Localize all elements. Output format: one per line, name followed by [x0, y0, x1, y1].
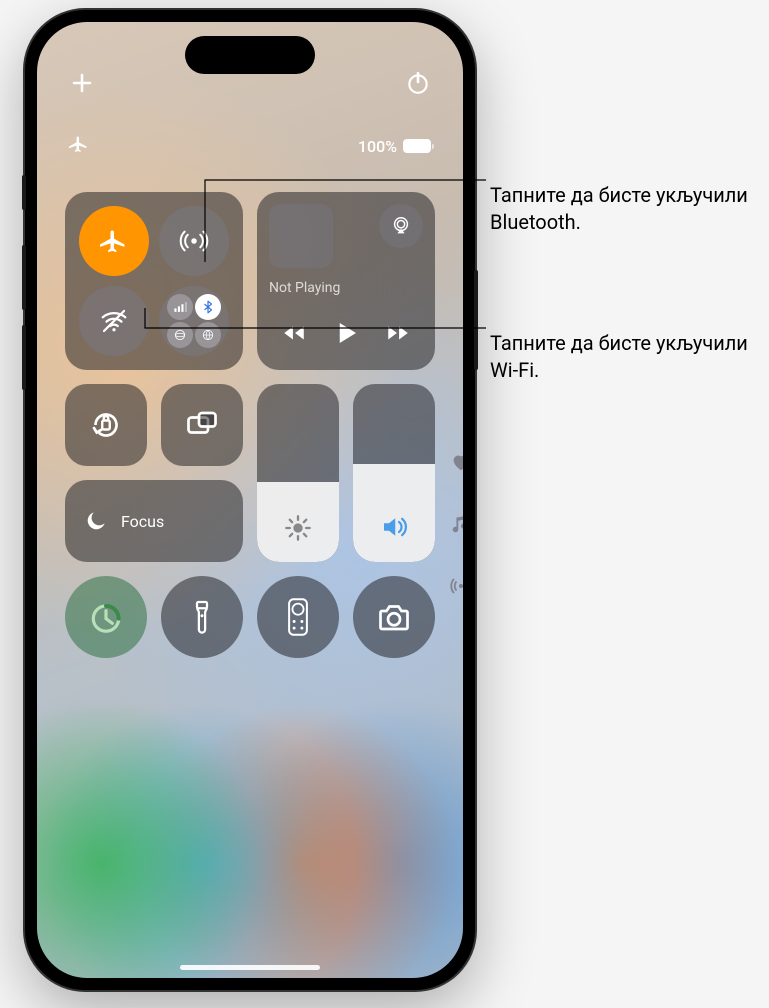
battery-icon	[403, 139, 431, 153]
orientation-lock-icon	[88, 407, 124, 443]
play-icon	[331, 318, 361, 348]
control-center-grid: Not Playing	[65, 192, 435, 908]
favorites-icon[interactable]	[447, 448, 463, 476]
flashlight-button[interactable]	[161, 576, 243, 658]
remote-icon	[286, 597, 310, 637]
apple-tv-remote-button[interactable]	[257, 576, 339, 658]
callout-wifi: Тапните да бисте укључили Wi-Fi.	[490, 330, 769, 384]
camera-button[interactable]	[353, 576, 435, 658]
volume-up-hw	[22, 245, 26, 310]
camera-icon	[376, 599, 412, 635]
iphone-frame: 100%	[25, 10, 475, 990]
media-title: Not Playing	[269, 280, 423, 296]
focus-button[interactable]: Focus	[65, 480, 243, 562]
speaker-icon	[379, 512, 409, 546]
connectivity-module[interactable]	[65, 192, 243, 370]
airplane-status-icon	[69, 134, 89, 158]
cellular-icon	[167, 294, 193, 320]
callout-bluetooth: Тапните да бисте укључили Bluetooth.	[490, 182, 769, 236]
screen: 100%	[37, 22, 463, 978]
battery-percentage: 100%	[358, 137, 397, 156]
home-indicator[interactable]	[180, 965, 320, 970]
volume-down-hw	[22, 325, 26, 390]
moon-icon	[83, 508, 109, 534]
power-icon	[405, 70, 431, 96]
wifi-button[interactable]	[79, 286, 149, 356]
play-button[interactable]	[331, 318, 361, 352]
orientation-lock-button[interactable]	[65, 384, 147, 466]
airdrop-button[interactable]	[159, 206, 229, 276]
vpn-icon	[195, 322, 221, 348]
airplay-icon	[390, 215, 412, 237]
bluetooth-group-button[interactable]	[159, 286, 229, 356]
next-track-button[interactable]	[385, 320, 411, 350]
flashlight-icon	[187, 598, 217, 636]
airplay-button[interactable]	[379, 204, 423, 248]
airdrop-icon	[179, 226, 209, 256]
side-button-hw	[474, 270, 478, 370]
prev-track-button[interactable]	[281, 320, 307, 350]
satellite-icon	[167, 322, 193, 348]
plus-icon	[70, 71, 94, 95]
media-module[interactable]: Not Playing	[257, 192, 435, 370]
add-control-button[interactable]	[65, 66, 99, 100]
screen-mirroring-button[interactable]	[161, 384, 243, 466]
brightness-slider[interactable]	[257, 384, 339, 562]
brightness-icon	[284, 514, 312, 546]
airplane-icon	[100, 227, 128, 255]
silence-switch	[22, 175, 26, 210]
music-note-icon[interactable]	[447, 510, 463, 538]
forward-icon	[385, 320, 411, 346]
bluetooth-icon	[195, 294, 221, 320]
volume-slider[interactable]	[353, 384, 435, 562]
power-off-button[interactable]	[401, 66, 435, 100]
screen-mirroring-icon	[184, 407, 220, 443]
status-bar: 100%	[37, 134, 463, 158]
airplane-mode-button[interactable]	[79, 206, 149, 276]
hotspot-dots-icon[interactable]	[447, 572, 463, 600]
rewind-icon	[281, 320, 307, 346]
wifi-off-icon	[99, 306, 129, 336]
timer-button[interactable]	[65, 576, 147, 658]
timer-icon	[87, 598, 125, 636]
album-art-placeholder	[269, 204, 333, 268]
focus-label: Focus	[121, 512, 164, 531]
dynamic-island	[185, 36, 315, 74]
